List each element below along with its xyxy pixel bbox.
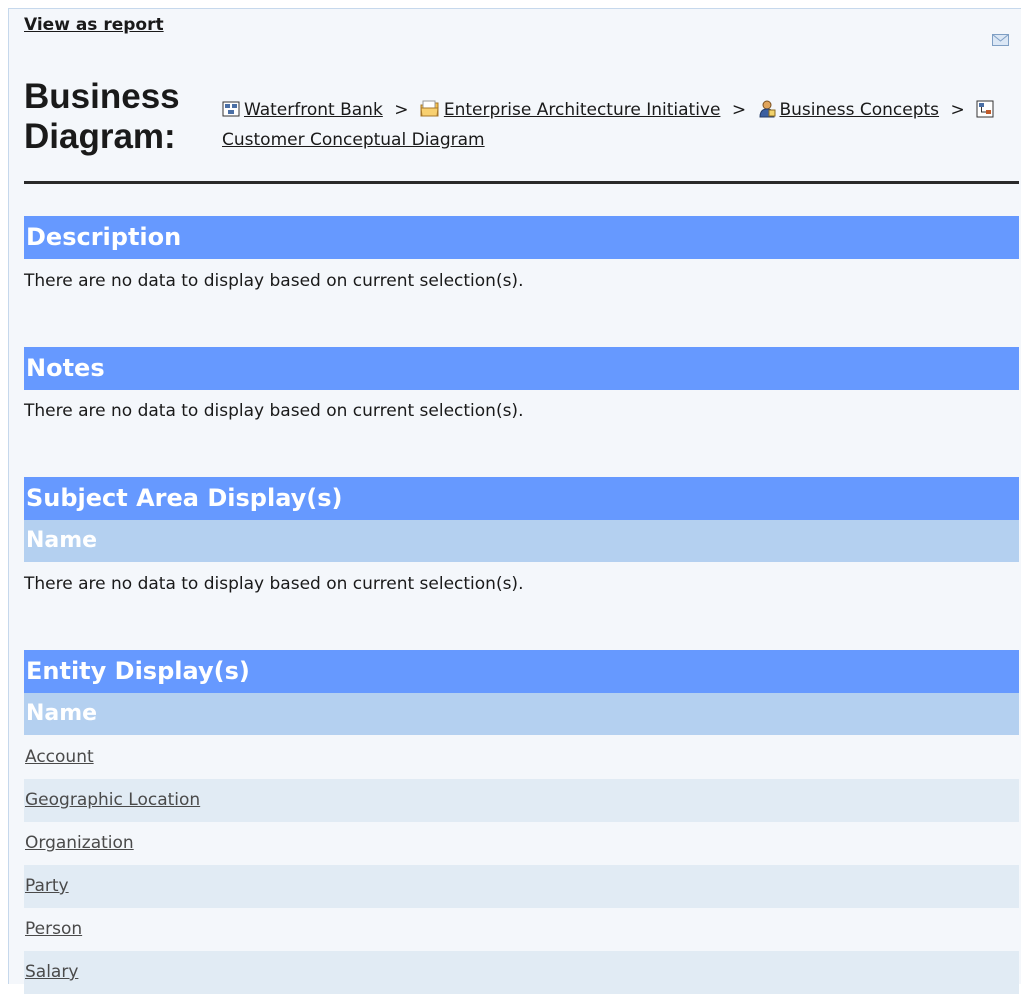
page-title-line-2: Diagram:: [24, 117, 176, 156]
entity-link-party[interactable]: Party: [25, 876, 69, 896]
diagram-icon: [976, 100, 994, 118]
subject-area-section-header: Subject Area Display(s): [24, 477, 1019, 520]
entity-link-organization[interactable]: Organization: [25, 833, 134, 853]
description-section-header: Description: [24, 216, 1019, 259]
entity-link-salary[interactable]: Salary: [25, 962, 78, 982]
entity-row: Account: [24, 736, 1019, 779]
breadcrumb-separator: >: [950, 100, 965, 120]
entity-row: Organization: [24, 822, 1019, 865]
view-as-report-link[interactable]: View as report: [24, 15, 164, 35]
breadcrumb-business-concepts[interactable]: Business Concepts: [780, 100, 940, 120]
breadcrumb-separator: >: [731, 100, 747, 120]
page-title: Business Diagram:: [24, 77, 180, 157]
subject-area-name-column-header[interactable]: Name: [24, 520, 1019, 562]
entity-link-account[interactable]: Account: [25, 747, 94, 767]
notes-section-header: Notes: [24, 347, 1019, 390]
entity-link-person[interactable]: Person: [25, 919, 82, 939]
folder-icon: [420, 100, 439, 117]
breadcrumb: Waterfront Bank > Enterprise Architectur…: [222, 95, 1002, 155]
page-title-line-1: Business: [24, 77, 180, 116]
model-icon: [222, 101, 240, 117]
title-divider: [24, 181, 1019, 184]
entity-row: Party: [24, 865, 1019, 908]
breadcrumb-customer-conceptual-diagram[interactable]: Customer Conceptual Diagram: [222, 130, 485, 150]
envelope-icon[interactable]: [992, 34, 1009, 46]
entity-row: Geographic Location: [24, 779, 1019, 822]
breadcrumb-waterfront-bank[interactable]: Waterfront Bank: [244, 100, 383, 120]
breadcrumb-separator: >: [394, 100, 409, 120]
notes-empty-message: There are no data to display based on cu…: [24, 401, 524, 421]
description-empty-message: There are no data to display based on cu…: [24, 271, 524, 291]
entity-name-column-header[interactable]: Name: [24, 693, 1019, 735]
entity-section-header: Entity Display(s): [24, 650, 1019, 693]
breadcrumb-enterprise-architecture-initiative[interactable]: Enterprise Architecture Initiative: [444, 100, 721, 120]
report-page: View as report Business Diagram: Waterfr…: [8, 8, 1021, 994]
entity-row: Person: [24, 908, 1019, 951]
entity-link-geographic-location[interactable]: Geographic Location: [25, 790, 200, 810]
subject-area-empty-message: There are no data to display based on cu…: [24, 574, 524, 594]
entity-row: Salary: [24, 951, 1019, 994]
person-icon: [758, 100, 775, 118]
